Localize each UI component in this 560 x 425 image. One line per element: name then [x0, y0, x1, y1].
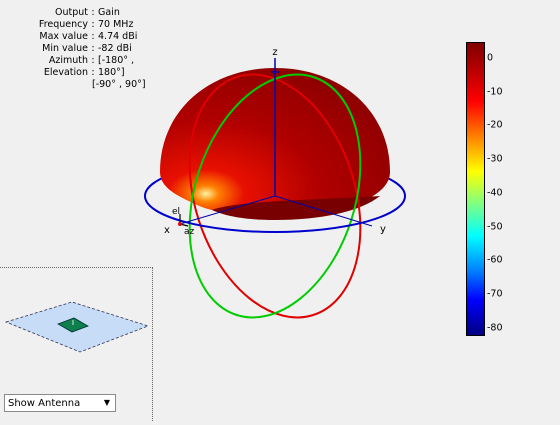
- y-axis-label: y: [380, 224, 386, 235]
- x-axis-label: x: [164, 225, 170, 236]
- colorbar-tick-label: -40: [487, 187, 503, 199]
- show-antenna-dropdown[interactable]: Show Antenna ▼: [4, 394, 116, 412]
- az-label: az: [184, 227, 195, 237]
- z-axis-label: z: [272, 47, 277, 58]
- dropdown-selected-value: Show Antenna: [8, 398, 81, 409]
- colorbar-tick-label: -50: [487, 221, 503, 232]
- colorbar-tick-label: -20: [487, 119, 503, 131]
- colorbar-tick-label: -70: [487, 288, 503, 300]
- colorbar-tick-label: -60: [487, 254, 503, 266]
- colorbar-tick-label: -10: [487, 86, 503, 98]
- origin-marker: [178, 222, 182, 226]
- colorbar-tick-label: 0: [487, 52, 494, 64]
- colorbar-tick-label: -30: [487, 153, 503, 165]
- colorbar-tick-label: -80: [487, 322, 503, 334]
- gain-colorbar: [466, 42, 485, 336]
- el-label: el: [172, 207, 180, 217]
- chevron-down-icon[interactable]: ▼: [99, 395, 115, 411]
